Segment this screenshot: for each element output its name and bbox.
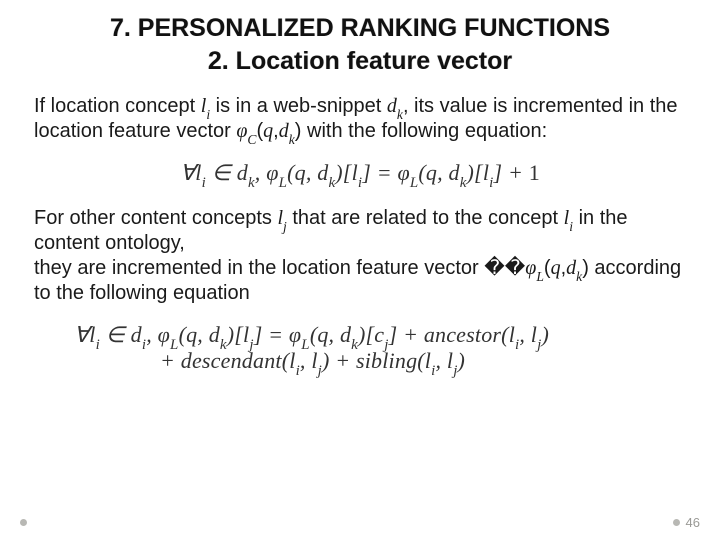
var-l-i-2: li xyxy=(564,207,573,229)
equation-2-text: ∀li ∈ di, φL(q, dk)[lj] = φL(q, dk)[cj] … xyxy=(34,322,686,374)
text: they are incremented in the location fea… xyxy=(34,257,525,279)
footer-bullet-icon xyxy=(20,519,27,526)
var-l-i: li xyxy=(201,95,210,117)
var-phi-l: φL xyxy=(525,257,544,279)
slide-footer: 46 xyxy=(0,515,720,530)
equation-2-line-2: + descendant(li, lj) + sibling(li, lj) xyxy=(74,348,686,374)
var-q: q xyxy=(263,120,273,142)
equation-1: ∀li ∈ dk, φL(q, dk)[li] = φL(q, dk)[li] … xyxy=(34,160,686,186)
var-d-k-2: dk xyxy=(279,120,295,142)
var-l-j: lj xyxy=(277,207,286,229)
equation-2: ∀li ∈ di, φL(q, dk)[lj] = φL(q, dk)[cj] … xyxy=(34,322,686,374)
var-phi-c: φC xyxy=(236,120,256,142)
var-d-k-3: dk xyxy=(566,257,582,279)
paragraph-2: For other content concepts lj that are r… xyxy=(34,206,686,306)
page-number-wrap: 46 xyxy=(673,515,700,530)
text: For other content concepts xyxy=(34,207,277,229)
page-number: 46 xyxy=(686,515,700,530)
text: that are related to the concept xyxy=(287,207,564,229)
paragraph-1: If location concept li is in a web-snipp… xyxy=(34,94,686,144)
equation-2-line-1: ∀li ∈ di, φL(q, dk)[lj] = φL(q, dk)[cj] … xyxy=(74,322,549,347)
text: ) with the following equation: xyxy=(295,120,547,142)
footer-bullet-icon xyxy=(673,519,680,526)
text: is in a web-snippet xyxy=(210,95,387,117)
var-d-k: dk xyxy=(387,95,403,117)
text: ( xyxy=(544,257,551,279)
equation-1-text: ∀li ∈ dk, φL(q, dk)[li] = φL(q, dk)[li] … xyxy=(180,160,540,186)
section-title: 7. PERSONALIZED RANKING FUNCTIONS xyxy=(34,14,686,43)
var-q-2: q xyxy=(551,257,561,279)
slide-content: 7. PERSONALIZED RANKING FUNCTIONS 2. Loc… xyxy=(0,0,720,374)
text: If location concept xyxy=(34,95,201,117)
section-subtitle: 2. Location feature vector xyxy=(34,47,686,76)
